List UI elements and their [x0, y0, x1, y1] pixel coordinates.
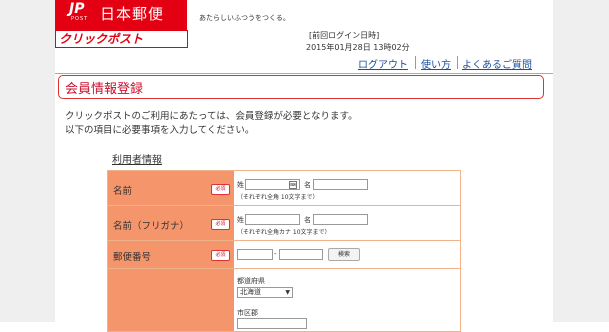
link-divider: [457, 56, 458, 69]
prefecture-select[interactable]: 北海道 ▼: [237, 287, 293, 298]
form-row-kana: 名前（フリガナ） 必須 姓 名 （それぞれ全角カナ 10文字まで）: [108, 206, 460, 241]
jp-logo-post: POST: [71, 16, 89, 22]
form-field-cell: 姓 名 （それぞれ全角カナ 10文字まで）: [235, 206, 460, 240]
name-label: 名前: [113, 186, 133, 197]
jp-logo-name: 日本郵便: [100, 5, 165, 23]
user-info-form: 名前 必須 姓 ⌨ 名 （それぞれ全角 10文字まで） 名前（フリガナ） 必須 …: [107, 170, 461, 332]
jp-logo-mark: JP: [69, 1, 85, 17]
name-sei-label: 姓: [237, 181, 244, 189]
prefecture-label: 都道府県: [237, 277, 265, 285]
name-hint: （それぞれ全角 10文字まで）: [237, 194, 319, 201]
last-login-label: [前回ログイン日時]: [309, 31, 380, 40]
kana-hint: （それぞれ全角カナ 10文字まで）: [237, 229, 331, 236]
postal-search-button[interactable]: 検索: [328, 248, 360, 261]
form-row-postal: 郵便番号 必須 - 検索: [108, 241, 460, 269]
form-label-cell: 名前（フリガナ） 必須: [108, 206, 234, 240]
usage-link[interactable]: 使い方: [421, 56, 451, 71]
postal-dash: -: [274, 250, 277, 258]
required-badge: 必須: [211, 184, 230, 195]
postal-code-first-input[interactable]: [237, 249, 273, 260]
prefecture-selected-value: 北海道: [240, 288, 261, 296]
right-margin: [553, 0, 609, 322]
kana-label: 名前（フリガナ）: [113, 221, 190, 232]
city-input[interactable]: [237, 318, 307, 329]
main-content: JP POST 日本郵便 あたらしいふつうをつくる。 クリックポスト [前回ログ…: [55, 0, 553, 332]
tagline: あたらしいふつうをつくる。: [199, 14, 290, 22]
logout-link[interactable]: ログアウト: [358, 56, 408, 71]
input-helper-icon: ⌨: [289, 181, 297, 189]
kana-sei-label: 姓: [237, 216, 244, 224]
link-divider: [415, 56, 416, 69]
intro-text-2: 以下の項目に必要事項を入力してください。: [65, 125, 255, 136]
name-mei-input[interactable]: [313, 179, 368, 190]
page-title: 会員情報登録: [65, 82, 144, 97]
name-sei-input[interactable]: ⌨: [245, 179, 300, 190]
faq-link[interactable]: よくあるご質問: [462, 56, 532, 71]
click-post-logo-text: クリックポスト: [59, 32, 144, 46]
form-field-cell: - 検索: [235, 241, 460, 268]
form-field-cell: 姓 ⌨ 名 （それぞれ全角 10文字まで）: [235, 171, 460, 205]
postal-code-second-input[interactable]: [279, 249, 323, 260]
page-title-box: 会員情報登録: [58, 75, 544, 99]
kana-mei-label: 名: [304, 216, 311, 224]
last-login-value: 2015年01月28日 13時02分: [306, 43, 410, 52]
required-badge: 必須: [211, 250, 230, 261]
city-label: 市区郡: [237, 309, 258, 317]
click-post-logo[interactable]: クリックポスト: [55, 30, 188, 48]
kana-sei-input[interactable]: [245, 214, 300, 225]
form-row-name: 名前 必須 姓 ⌨ 名 （それぞれ全角 10文字まで）: [108, 171, 460, 206]
kana-mei-input[interactable]: [313, 214, 368, 225]
left-margin: [0, 0, 55, 322]
postal-label: 郵便番号: [113, 252, 152, 263]
dropdown-arrow-icon: ▼: [285, 289, 290, 296]
form-label-cell: 郵便番号 必須: [108, 241, 234, 268]
required-badge: 必須: [211, 219, 230, 230]
form-label-cell: 名前 必須: [108, 171, 234, 205]
name-mei-label: 名: [304, 181, 311, 189]
intro-text-1: クリックポストのご利用にあたっては、会員登録が必要となります。: [65, 111, 358, 122]
section-title: 利用者情報: [112, 155, 162, 166]
japan-post-logo[interactable]: JP POST 日本郵便: [55, 0, 187, 30]
header-divider: [55, 73, 553, 74]
